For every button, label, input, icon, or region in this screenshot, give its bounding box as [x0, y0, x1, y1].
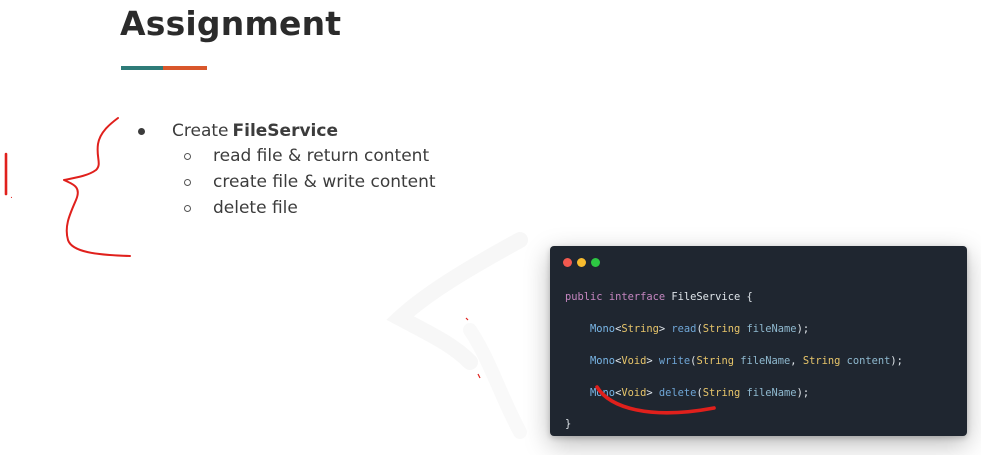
annotation-tick	[465, 317, 469, 321]
slide-title: Assignment	[120, 4, 342, 43]
code-type: Mono	[590, 323, 616, 335]
window-minimize-dot-icon	[577, 258, 586, 267]
eraser-marks	[386, 232, 528, 439]
code-param-name: fileName	[746, 387, 797, 399]
sub-bullet-text: create file & write content	[213, 172, 436, 192]
bullet-item-main: Create FileService	[138, 119, 436, 143]
window-controls	[563, 258, 605, 267]
sub-bullet-item: delete file	[184, 195, 436, 221]
code-param-type: String	[802, 355, 841, 367]
code-type: Mono	[590, 355, 616, 367]
slide: Assignment Create FileService read file …	[0, 0, 981, 455]
sub-bullet-item: read file & return content	[184, 143, 436, 169]
bullet-dot-icon	[138, 127, 145, 135]
code-generic-type: Void	[621, 355, 647, 367]
code-brace: {	[746, 291, 753, 303]
annotation-brace-icon	[63, 117, 131, 257]
code-punct: >	[646, 387, 653, 399]
window-close-dot-icon	[563, 258, 572, 267]
code-punct: );	[890, 355, 903, 367]
code-param-type: String	[702, 387, 741, 399]
code-method: read	[671, 323, 697, 335]
code-snippet-window: public interface FileService { Mono<Stri…	[550, 246, 967, 436]
code-method: write	[658, 355, 691, 367]
code-class-name: FileService	[671, 291, 741, 303]
bullet-text-prefix: Create	[172, 121, 229, 141]
sub-bullet-text: delete file	[213, 198, 298, 218]
code-keyword: public	[565, 291, 603, 303]
title-underline	[121, 66, 207, 70]
sub-bullet-circle-icon	[184, 204, 191, 212]
code-line-write: Mono<Void> write(String fileName, String…	[565, 355, 903, 367]
sub-bullet-circle-icon	[184, 178, 191, 186]
code-param-name: fileName	[740, 355, 791, 367]
sub-bullet-circle-icon	[184, 152, 191, 160]
code-keyword: interface	[608, 291, 666, 303]
code-line-delete: Mono<Void> delete(String fileName);	[565, 387, 809, 399]
sub-bullet-item: create file & write content	[184, 169, 436, 195]
code-param-name: content	[846, 355, 891, 367]
code-punct: );	[796, 387, 810, 399]
code-punct: >	[658, 323, 666, 335]
sub-bullet-text: read file & return content	[213, 146, 430, 166]
code-brace: }	[565, 418, 572, 430]
bullet-list: Create FileService read file & return co…	[138, 119, 436, 221]
code-type: Mono	[590, 387, 616, 399]
code-generic-type: String	[621, 323, 659, 335]
code-line-read: Mono<String> read(String fileName);	[565, 323, 809, 335]
title-underline-orange	[163, 66, 207, 70]
code-param-type: String	[702, 323, 741, 335]
code-generic-type: Void	[621, 387, 647, 399]
code-line-close: }	[565, 418, 571, 430]
code-punct: ,	[790, 355, 803, 367]
code-punct: );	[796, 323, 810, 335]
bullet-text-strong: FileService	[232, 121, 338, 141]
annotation-tick	[477, 373, 481, 379]
code-method: delete	[658, 387, 697, 399]
code-param-type: String	[696, 355, 734, 367]
window-maximize-dot-icon	[591, 258, 600, 267]
title-underline-teal	[121, 66, 163, 70]
code-punct: >	[646, 355, 653, 367]
code-param-name: fileName	[746, 323, 797, 335]
annotation-number-dot: .	[10, 191, 13, 201]
code-line-interface: public interface FileService {	[565, 291, 753, 303]
